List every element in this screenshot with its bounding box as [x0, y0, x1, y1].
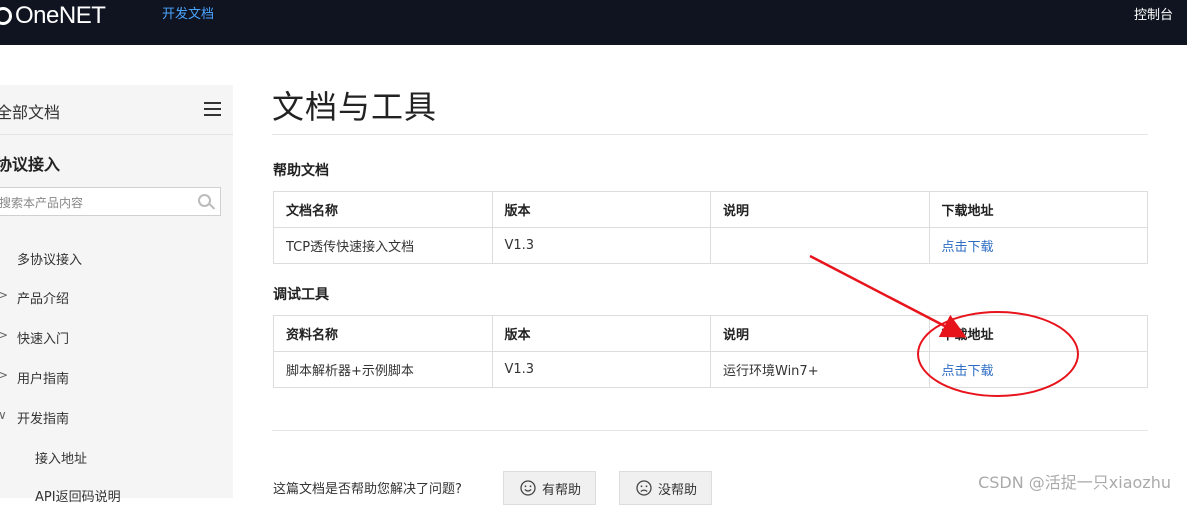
search-input[interactable] — [0, 188, 181, 217]
onenet-logo[interactable]: OneNET — [0, 2, 106, 30]
debug-tools-table: 资料名称 版本 说明 下载地址 脚本解析器+示例脚本 V1.3 运行环境Win7… — [273, 315, 1148, 388]
description-cell: 运行环境Win7+ — [710, 351, 930, 388]
chevron-right-icon: > — [0, 288, 9, 302]
column-header: 说明 — [710, 191, 930, 228]
column-header: 下载地址 — [928, 191, 1148, 228]
doc-name-cell: TCP透传快速接入文档 — [273, 227, 493, 264]
sidebar: 全部文档 协议接入 多协议接入 > 产品介绍 > 快速入门 > 用户指南 ∨ 开… — [0, 85, 233, 505]
sidebar-item-dev-guide[interactable]: 开发指南 — [17, 408, 69, 427]
search-icon[interactable] — [198, 194, 211, 207]
logo-ring-icon — [0, 7, 12, 25]
chevron-right-icon: > — [0, 368, 9, 382]
column-header: 版本 — [491, 191, 711, 228]
column-header: 版本 — [491, 315, 711, 352]
description-cell — [710, 227, 930, 264]
section-title-help-docs: 帮助文档 — [273, 163, 329, 179]
sidebar-item-quick-start[interactable]: 快速入门 — [17, 328, 69, 347]
sidebar-section-title: 协议接入 — [0, 155, 61, 174]
column-header: 说明 — [710, 315, 930, 352]
download-cell: 点击下载 — [928, 351, 1148, 388]
version-cell: V1.3 — [491, 351, 711, 388]
smile-icon — [520, 480, 536, 496]
top-navigation-bar: OneNET 开发文档 控制台 — [0, 0, 1187, 45]
sidebar-search — [0, 187, 221, 217]
sidebar-item-user-guide[interactable]: 用户指南 — [17, 368, 69, 387]
column-header: 下载地址 — [928, 315, 1148, 352]
sidebar-item-multi-protocol[interactable]: 多协议接入 — [17, 249, 82, 268]
divider — [272, 430, 1148, 431]
column-header: 资料名称 — [273, 315, 493, 352]
section-title-debug-tools: 调试工具 — [273, 287, 329, 303]
table-header-row: 资料名称 版本 说明 下载地址 — [273, 315, 1148, 352]
nav-link-console[interactable]: 控制台 — [1134, 4, 1173, 23]
table-header-row: 文档名称 版本 说明 下载地址 — [273, 191, 1148, 228]
helpful-button[interactable]: 有帮助 — [503, 471, 597, 505]
not-helpful-label: 没帮助 — [658, 482, 698, 498]
download-cell: 点击下载 — [928, 227, 1148, 264]
sidebar-item-api-codes[interactable]: API返回码说明 — [35, 486, 121, 505]
sidebar-header: 全部文档 — [0, 85, 233, 135]
table-row: TCP透传快速接入文档 V1.3 点击下载 — [273, 227, 1148, 264]
not-helpful-button[interactable]: 没帮助 — [619, 471, 713, 505]
logo-text: OneNET — [15, 2, 106, 29]
nav-link-dev-docs[interactable]: 开发文档 — [162, 3, 214, 22]
feedback-question: 这篇文档是否帮助您解决了问题? — [273, 482, 462, 497]
version-cell: V1.3 — [491, 227, 711, 264]
menu-icon[interactable] — [204, 102, 221, 116]
table-row: 脚本解析器+示例脚本 V1.3 运行环境Win7+ 点击下载 — [273, 351, 1148, 388]
sidebar-title: 全部文档 — [0, 103, 61, 122]
chevron-down-icon: ∨ — [0, 408, 7, 422]
tool-name-cell: 脚本解析器+示例脚本 — [273, 351, 493, 388]
chevron-right-icon: > — [0, 328, 9, 342]
divider — [272, 134, 1148, 135]
download-link[interactable]: 点击下载 — [942, 364, 994, 379]
page-title: 文档与工具 — [272, 88, 438, 126]
column-header: 文档名称 — [273, 191, 493, 228]
sidebar-item-access-address[interactable]: 接入地址 — [35, 448, 87, 467]
help-docs-table: 文档名称 版本 说明 下载地址 TCP透传快速接入文档 V1.3 点击下载 — [273, 191, 1148, 264]
frown-icon — [636, 480, 652, 496]
download-link[interactable]: 点击下载 — [942, 240, 994, 255]
watermark: CSDN @活捉一只xiaozhu — [978, 473, 1171, 492]
helpful-label: 有帮助 — [542, 482, 582, 498]
sidebar-item-product-intro[interactable]: 产品介绍 — [17, 288, 69, 307]
